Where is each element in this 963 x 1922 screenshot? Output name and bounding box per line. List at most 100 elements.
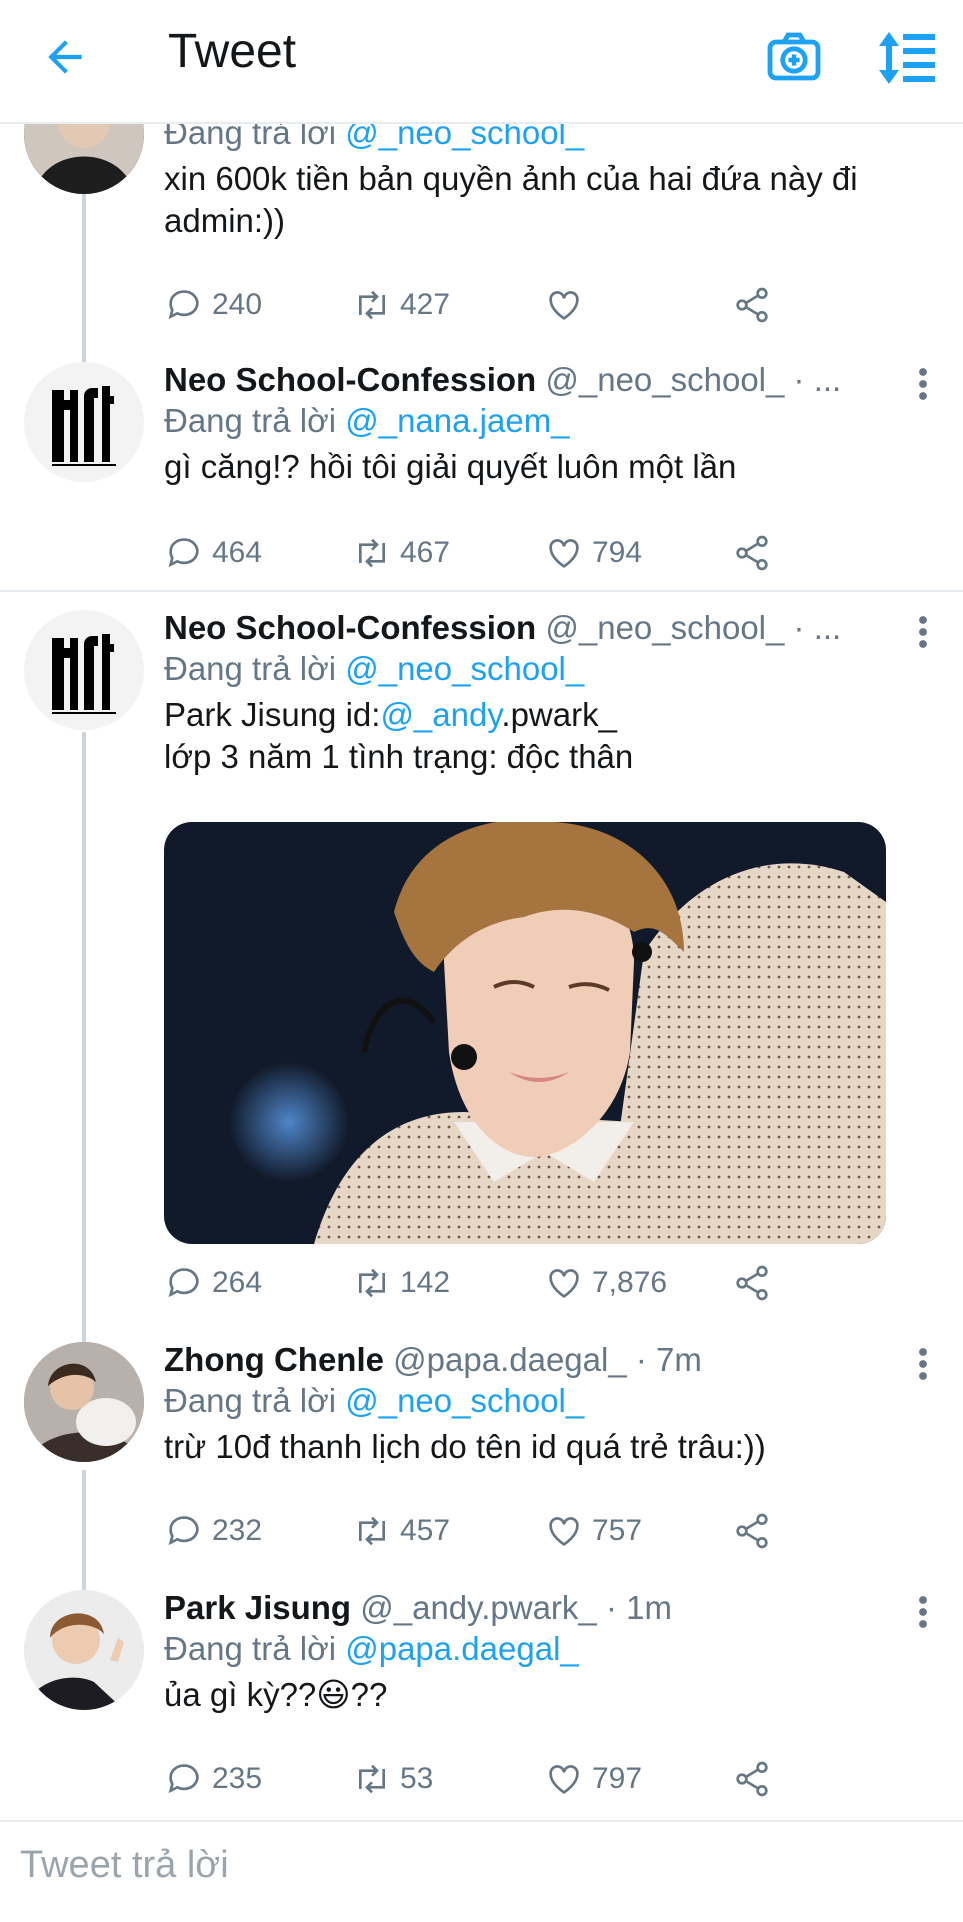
retweet-icon [359, 538, 385, 568]
sort-icon[interactable] [876, 30, 938, 86]
tweet-actions: 232 457 757 [164, 1506, 804, 1556]
reply-to-mention[interactable]: @_neo_school_ [345, 650, 584, 687]
reply-count: 232 [212, 1514, 263, 1547]
tweet-text: Park Jisung id:@_andy.pwark_ lớp 3 năm 1 … [164, 694, 923, 778]
share-button[interactable] [732, 1258, 780, 1308]
heart-icon [549, 539, 579, 568]
reply-count: 235 [212, 1762, 263, 1795]
reply-button[interactable]: 232 [164, 1506, 262, 1556]
retweet-button[interactable]: 53 [352, 1754, 433, 1804]
tweet-header: Neo School-Confession @_neo_school_ · ..… [164, 608, 923, 648]
text-line: lớp 3 năm 1 tình trạng: độc thân [164, 738, 634, 775]
reply-composer[interactable]: Tweet trả lời [0, 1820, 963, 1922]
retweet-count: 427 [400, 288, 451, 321]
like-button[interactable]: 794 [544, 528, 642, 578]
reply-prefix: Đang trả lời [164, 402, 337, 439]
retweet-button[interactable]: 142 [352, 1258, 450, 1308]
share-icon [736, 535, 768, 571]
tweet-text: trừ 10đ thanh lịch do tên id quá trẻ trâ… [164, 1428, 766, 1465]
replying-to: Đang trả lời @_neo_school_ [164, 648, 923, 690]
tweet-header: Zhong Chenle @papa.daegal_ · 7m [164, 1340, 923, 1380]
retweet-count: 467 [400, 536, 451, 569]
like-count: 794 [592, 536, 643, 569]
tweet[interactable]: Park Jisung @_andy.pwark_ · 1m Đang trả … [0, 1576, 963, 1820]
share-button[interactable] [732, 1754, 780, 1804]
display-name[interactable]: Neo School-Confession [164, 361, 536, 398]
user-handle[interactable]: @_neo_school_ [545, 361, 784, 398]
tweet[interactable]: Zhong Chenle @papa.daegal_ · 7m Đang trả… [0, 1328, 963, 1576]
user-handle[interactable]: @_andy.pwark_ [360, 1589, 597, 1626]
replying-to: Đang trả lời @_nana.jaem_ [164, 400, 923, 442]
reply-button[interactable]: 240 [164, 280, 262, 330]
share-button[interactable] [732, 1506, 780, 1556]
retweet-count: 457 [400, 1514, 451, 1547]
more-options-icon[interactable] [915, 1346, 931, 1382]
avatar[interactable] [24, 1590, 144, 1710]
retweet-icon [359, 1268, 385, 1298]
replying-to: Đang trả lời @_neo_school_ [164, 1380, 923, 1422]
tweet[interactable]: Neo School-Confession @_neo_school_ · ..… [0, 350, 963, 590]
like-button[interactable]: 757 [544, 1506, 642, 1556]
reply-button[interactable]: 235 [164, 1754, 262, 1804]
retweet-count: 142 [400, 1266, 451, 1299]
share-button[interactable] [732, 528, 780, 578]
timestamp: · ... [793, 609, 842, 646]
share-icon [736, 1265, 768, 1301]
like-button[interactable]: 797 [544, 1754, 642, 1804]
share-button[interactable] [732, 280, 780, 330]
heart-icon [549, 291, 579, 320]
tweet-header: Neo School-Confession @_neo_school_ · ..… [164, 360, 923, 400]
page-title: Tweet [168, 25, 297, 78]
retweet-button[interactable]: 467 [352, 528, 450, 578]
retweet-button[interactable]: 427 [352, 280, 450, 330]
comment-icon [168, 1516, 199, 1546]
more-options-icon[interactable] [915, 614, 931, 650]
more-options-icon[interactable] [915, 1594, 931, 1630]
camera-icon[interactable] [766, 30, 822, 86]
text-part: .pwark_ [501, 696, 617, 733]
reply-button[interactable]: 264 [164, 1258, 262, 1308]
more-options-icon[interactable] [915, 366, 931, 402]
heart-icon [549, 1269, 579, 1298]
share-icon [736, 1513, 768, 1549]
user-handle[interactable]: @papa.daegal_ [393, 1341, 627, 1378]
share-icon [736, 1761, 768, 1797]
like-count: 797 [592, 1762, 643, 1795]
comment-icon [168, 290, 199, 320]
like-button[interactable]: 7,876 [544, 1258, 667, 1308]
tweet-photo[interactable] [164, 822, 886, 1244]
tweet-actions: 240 427 [164, 280, 804, 330]
retweet-icon [359, 290, 385, 320]
comment-icon [168, 538, 199, 568]
reply-input[interactable]: Tweet trả lời [20, 1844, 229, 1887]
reply-count: 464 [212, 536, 263, 569]
reply-prefix: Đang trả lời [164, 650, 337, 687]
top-app-bar: Tweet [0, 0, 963, 124]
reply-count: 240 [212, 288, 263, 321]
avatar[interactable] [24, 362, 144, 482]
reply-to-mention[interactable]: @papa.daegal_ [345, 1630, 579, 1667]
display-name[interactable]: Park Jisung [164, 1589, 351, 1626]
display-name[interactable]: Neo School-Confession [164, 609, 536, 646]
arrow-left-icon[interactable] [40, 32, 90, 82]
comment-icon [168, 1764, 199, 1794]
display-name[interactable]: Zhong Chenle [164, 1341, 384, 1378]
avatar[interactable] [24, 610, 144, 730]
timestamp: · 7m [635, 1341, 702, 1378]
reply-to-mention[interactable]: @_neo_school_ [345, 1382, 584, 1419]
tweet-text: ủa gì kỳ??😃?? [164, 1676, 388, 1713]
text-mention[interactable]: @_andy [380, 696, 501, 733]
retweet-icon [359, 1764, 385, 1794]
like-count: 7,876 [592, 1266, 668, 1299]
divider [0, 590, 963, 592]
reply-to-mention[interactable]: @_nana.jaem_ [345, 402, 569, 439]
tweet-actions: 235 53 797 [164, 1754, 804, 1804]
retweet-button[interactable]: 457 [352, 1506, 450, 1556]
like-button[interactable] [544, 280, 592, 330]
comment-icon [168, 1268, 199, 1298]
reply-prefix: Đang trả lời [164, 1382, 337, 1419]
avatar[interactable] [24, 1342, 144, 1462]
reply-button[interactable]: 464 [164, 528, 262, 578]
tweet-text: gì căng!? hồi tôi giải quyết luôn một lầ… [164, 448, 737, 485]
user-handle[interactable]: @_neo_school_ [545, 609, 784, 646]
